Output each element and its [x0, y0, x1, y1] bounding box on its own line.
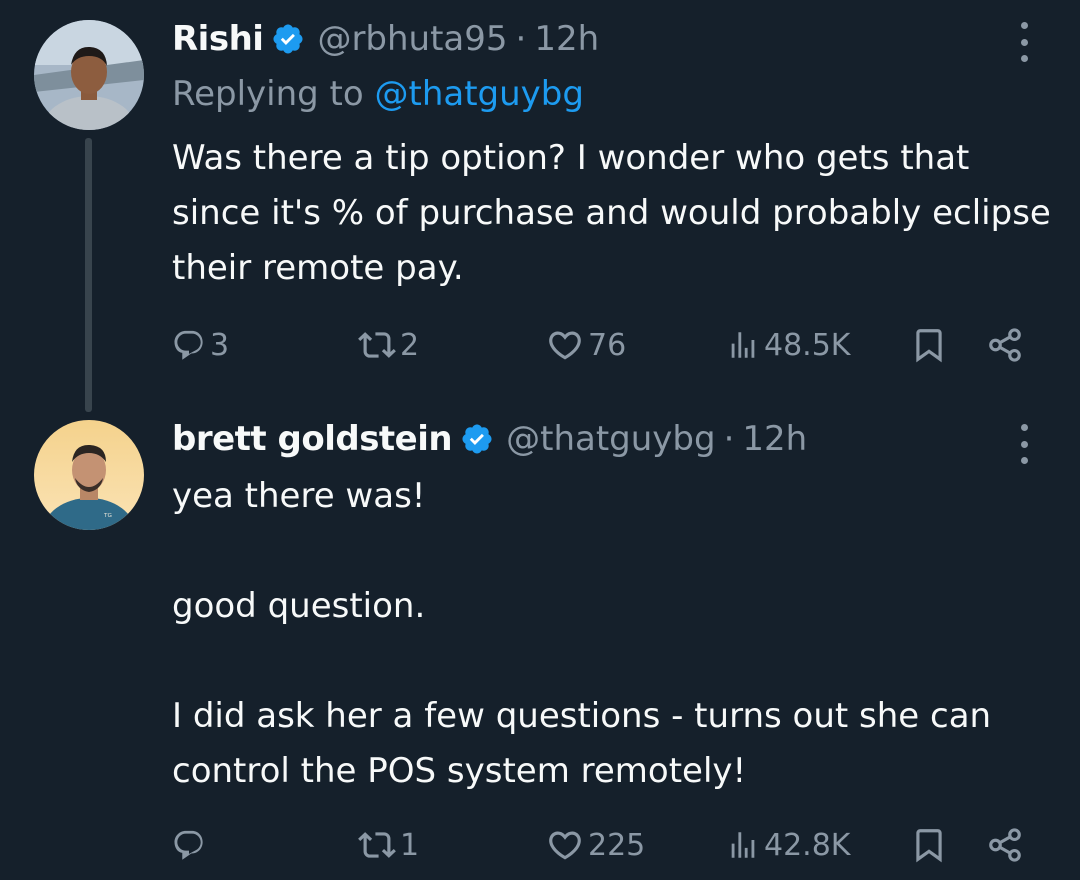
- separator-dot: ·: [723, 419, 735, 459]
- share-icon: [989, 828, 1021, 862]
- views-button[interactable]: 42.8K: [726, 821, 850, 869]
- bookmark-icon: [916, 829, 942, 863]
- verified-badge-icon: [271, 22, 305, 56]
- retweet-icon: [358, 332, 396, 358]
- tweet-paragraph: I did ask her a few questions - turns ou…: [172, 696, 992, 791]
- tweet-paragraph: yea there was!: [172, 476, 426, 516]
- like-button[interactable]: 76: [546, 321, 626, 369]
- tweet-header: Rishi @rbhuta95 · 12h: [172, 17, 599, 61]
- more-options-icon[interactable]: [1012, 424, 1036, 464]
- retweet-count: 1: [400, 827, 420, 863]
- heart-icon: [549, 331, 581, 360]
- tweet-header: brett goldstein @thatguybg · 12h: [172, 417, 807, 461]
- tweet-timestamp[interactable]: 12h: [742, 419, 807, 459]
- replying-to: Replying to @thatguybg: [172, 74, 584, 114]
- views-count: 48.5K: [764, 327, 851, 363]
- heart-icon: [549, 831, 581, 860]
- tweet-brett-goldstein[interactable]: ᵀᴳ brett goldstein @thatguybg · 12h yea …: [0, 400, 1080, 880]
- reply-icon: [174, 330, 203, 360]
- retweet-count: 2: [400, 327, 420, 363]
- tweet-text: Was there a tip option? I wonder who get…: [172, 131, 1052, 296]
- author-name[interactable]: Rishi: [172, 19, 264, 59]
- tweet-text: yea there was! good question. I did ask …: [172, 469, 1052, 799]
- replying-to-prefix: Replying to: [172, 74, 364, 114]
- views-bar-chart-icon: [731, 832, 755, 858]
- like-count: 225: [588, 827, 646, 863]
- replying-to-mention[interactable]: @thatguybg: [375, 74, 584, 114]
- views-count: 42.8K: [764, 827, 851, 863]
- bookmark-button[interactable]: [910, 821, 948, 869]
- separator-dot: ·: [515, 19, 527, 59]
- verified-badge-icon: [460, 422, 494, 456]
- reply-button[interactable]: 3: [172, 321, 229, 369]
- reply-icon: [174, 830, 203, 860]
- views-button[interactable]: 48.5K: [726, 321, 850, 369]
- author-name[interactable]: brett goldstein: [172, 419, 453, 459]
- retweet-icon: [358, 832, 396, 858]
- like-count: 76: [588, 327, 627, 363]
- tweet-rishi[interactable]: Rishi @rbhuta95 · 12h Replying to @thatg…: [0, 0, 1080, 412]
- reply-count: 3: [210, 327, 230, 363]
- tweet-action-bar: 1 225 42.8K: [172, 821, 1032, 869]
- bookmark-icon: [916, 329, 942, 363]
- retweet-button[interactable]: 1: [358, 821, 419, 869]
- bookmark-button[interactable]: [910, 321, 948, 369]
- author-handle[interactable]: @rbhuta95: [317, 19, 507, 59]
- share-icon: [989, 328, 1021, 362]
- thread-connector-line: [85, 138, 92, 412]
- avatar[interactable]: ᵀᴳ: [34, 420, 144, 530]
- avatar[interactable]: [34, 20, 144, 130]
- tweet-action-bar: 3 2 76 48.5K: [172, 321, 1032, 369]
- more-options-icon[interactable]: [1012, 22, 1036, 62]
- svg-text:ᵀᴳ: ᵀᴳ: [103, 513, 112, 523]
- author-handle[interactable]: @thatguybg: [506, 419, 715, 459]
- retweet-button[interactable]: 2: [358, 321, 419, 369]
- share-button[interactable]: [986, 821, 1024, 869]
- like-button[interactable]: 225: [546, 821, 645, 869]
- views-bar-chart-icon: [731, 332, 755, 358]
- tweet-paragraph: Was there a tip option? I wonder who get…: [172, 138, 1051, 288]
- reply-button[interactable]: [172, 821, 210, 869]
- tweet-paragraph: good question.: [172, 586, 426, 626]
- share-button[interactable]: [986, 321, 1024, 369]
- tweet-timestamp[interactable]: 12h: [534, 19, 599, 59]
